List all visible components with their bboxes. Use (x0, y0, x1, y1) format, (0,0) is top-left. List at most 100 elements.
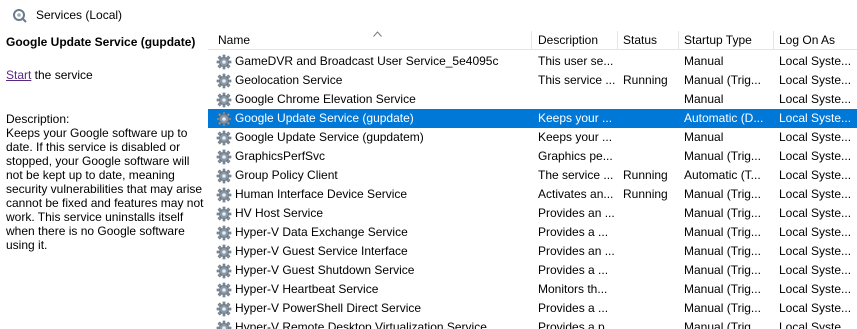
services-rows: GameDVR and Broadcast User Service_5e409… (208, 52, 857, 329)
service-log-on-as: Local Syste... (779, 187, 852, 201)
service-startup-type: Manual (Trig... (684, 263, 761, 277)
service-gear-icon (216, 54, 232, 70)
selected-service-title: Google Update Service (gupdate) (6, 35, 196, 49)
service-status (619, 318, 679, 329)
column-header-startup-type[interactable]: Startup Type (680, 31, 774, 49)
service-status (619, 261, 679, 280)
service-name: Google Update Service (gupdatem) (235, 130, 424, 144)
service-description: Monitors th... (538, 282, 608, 296)
list-tab-corner (205, 16, 857, 32)
service-status (619, 147, 679, 166)
service-name: HV Host Service (235, 206, 324, 220)
service-status: Running (623, 73, 668, 87)
service-name: Geolocation Service (235, 73, 343, 87)
service-gear-icon (216, 206, 232, 222)
description-label: Description: (6, 112, 70, 126)
service-description: Provides an ... (538, 206, 615, 220)
service-startup-type: Manual (Trig... (684, 73, 761, 87)
service-row[interactable]: Hyper-V Guest Service Interface Provides … (208, 242, 857, 261)
service-description: Provides a ... (538, 225, 609, 239)
column-header-status[interactable]: Status (619, 31, 679, 49)
service-status (619, 52, 679, 71)
service-row[interactable]: Geolocation Service This service ... Runni… (208, 71, 857, 90)
service-row[interactable]: GraphicsPerfSvc Graphics pe... Manual (Tri… (208, 147, 857, 166)
service-row[interactable]: Google Chrome Elevation Service Manual Loc… (208, 90, 857, 109)
service-name: Google Update Service (gupdate) (235, 111, 414, 125)
service-description: Keeps your ... (538, 130, 613, 144)
service-startup-type: Automatic (T... (684, 168, 761, 182)
service-row[interactable]: Hyper-V Heartbeat Service Monitors th... M… (208, 280, 857, 299)
service-description: Provides an ... (538, 244, 615, 258)
service-startup-type: Manual (Trig... (684, 225, 761, 239)
service-description: The service ... (538, 168, 614, 182)
service-log-on-as: Local Syste... (779, 320, 852, 329)
details-pane: Google Update Service (gupdate) Start th… (0, 31, 208, 329)
service-log-on-as: Local Syste... (779, 206, 852, 220)
service-status (619, 223, 679, 242)
column-header-description[interactable]: Description (534, 31, 618, 49)
service-description: Provides a ... (538, 263, 609, 277)
service-row[interactable]: Hyper-V Remote Desktop Virtualization Se… (208, 318, 857, 329)
service-log-on-as: Local Syste... (779, 130, 852, 144)
column-header-log-on-as[interactable]: Log On As (775, 31, 857, 49)
service-row[interactable]: Hyper-V Guest Shutdown Service Provides a… (208, 261, 857, 280)
service-log-on-as: Local Syste... (779, 92, 852, 106)
service-description: Activates an... (538, 187, 614, 201)
service-row[interactable]: Human Interface Device Service Activates … (208, 185, 857, 204)
service-gear-icon (216, 92, 232, 108)
service-name: GameDVR and Broadcast User Service_5e409… (235, 54, 499, 68)
service-log-on-as: Local Syste... (779, 73, 852, 87)
service-gear-icon (216, 244, 232, 260)
service-startup-type: Manual (684, 92, 724, 106)
service-startup-type: Automatic (D... (684, 111, 764, 125)
service-row[interactable]: Google Update Service (gupdate) Keeps you… (208, 109, 857, 128)
service-name: Hyper-V Heartbeat Service (235, 282, 379, 296)
service-log-on-as: Local Syste... (779, 282, 852, 296)
service-description: Provides a p... (538, 320, 615, 329)
service-row[interactable]: Hyper-V PowerShell Direct Service Provide… (208, 299, 857, 318)
service-row[interactable]: HV Host Service Provides an ... Manual (Tr… (208, 204, 857, 223)
service-status (619, 280, 679, 299)
service-log-on-as: Local Syste... (779, 263, 852, 277)
service-log-on-as: Local Syste... (779, 111, 852, 125)
service-startup-type: Manual (Trig... (684, 149, 761, 163)
service-name: Hyper-V Guest Shutdown Service (235, 263, 415, 277)
start-service-link[interactable]: Start (6, 68, 31, 82)
service-name: Hyper-V Guest Service Interface (235, 244, 408, 258)
service-name: GraphicsPerfSvc (235, 149, 326, 163)
service-log-on-as: Local Syste... (779, 225, 852, 239)
service-name: Group Policy Client (235, 168, 338, 182)
service-log-on-as: Local Syste... (779, 149, 852, 163)
service-row[interactable]: Google Update Service (gupdatem) Keeps yo… (208, 128, 857, 147)
service-gear-icon (216, 225, 232, 241)
service-startup-type: Manual (Trig... (684, 320, 761, 329)
service-name: Human Interface Device Service (235, 187, 408, 201)
service-row[interactable]: Group Policy Client The service ... Runnin… (208, 166, 857, 185)
service-description: Keeps your ... (538, 111, 613, 125)
service-gear-icon (216, 282, 232, 298)
service-name: Hyper-V Data Exchange Service (235, 225, 408, 239)
start-service-suffix: the service (31, 68, 93, 82)
service-row[interactable]: Hyper-V Data Exchange Service Provides a … (208, 223, 857, 242)
service-status (619, 242, 679, 261)
service-name: Hyper-V PowerShell Direct Service (235, 301, 422, 315)
service-startup-type: Manual (Trig... (684, 206, 761, 220)
service-gear-icon (216, 187, 232, 203)
service-startup-type: Manual (684, 54, 724, 68)
service-status (619, 128, 679, 147)
service-description: Graphics pe... (538, 149, 613, 163)
service-gear-icon (216, 168, 232, 184)
window-title: Services (Local) (36, 8, 123, 22)
service-gear-icon (216, 263, 232, 279)
service-description: This user se... (538, 54, 614, 68)
sort-ascending-icon (373, 31, 382, 37)
service-startup-type: Manual (Trig... (684, 244, 761, 258)
service-description: This service ... (538, 73, 616, 87)
service-startup-type: Manual (Trig... (684, 301, 761, 315)
service-status (619, 299, 679, 318)
service-log-on-as: Local Syste... (779, 168, 852, 182)
services-list[interactable]: Name Description Status Startup Type Log… (208, 31, 857, 329)
service-startup-type: Manual (684, 130, 724, 144)
service-row[interactable]: GameDVR and Broadcast User Service_5e409… (208, 52, 857, 71)
service-description: Provides a ... (538, 301, 609, 315)
